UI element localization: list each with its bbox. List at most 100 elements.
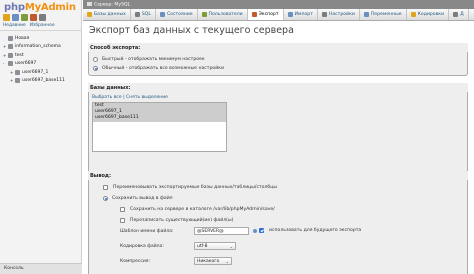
save-to-file-label: Сохранить вывод в файл <box>112 196 173 201</box>
page-title: Экспорт баз данных с текущего сервера <box>89 25 294 36</box>
menu-tab[interactable]: Состояние <box>156 9 198 20</box>
tree-item[interactable]: + user6697_base111 <box>3 77 65 86</box>
favorites-tab[interactable]: Избранное <box>30 23 55 28</box>
tab-label: Кодировки <box>417 12 445 17</box>
select-all-link[interactable]: Выбрать все <box>92 95 122 100</box>
export-method-legend: Способ экспорта: <box>88 43 468 52</box>
database-icon <box>8 44 13 50</box>
database-option[interactable]: user6697_base111 <box>93 115 226 122</box>
help-icon[interactable] <box>21 14 28 21</box>
databases-fieldset: Базы данных: Выбрать все | Снять выделен… <box>88 83 468 183</box>
use-later-checkbox[interactable] <box>259 228 264 233</box>
databases-legend: Базы данных: <box>88 83 468 92</box>
compression-select[interactable]: Никакого ⌄ <box>194 257 232 265</box>
menu-tab[interactable]: Пользователи <box>198 9 248 20</box>
tree-item-label: test <box>15 52 24 58</box>
menu-tab[interactable]: Переменные <box>360 9 407 20</box>
save-on-server-option[interactable]: Сохранить на сервере в каталоге /var/lib… <box>120 207 275 212</box>
overwrite-label: Перезаписать существующий(ие) файл(ы) <box>130 218 234 223</box>
tab-icon <box>410 12 416 17</box>
tab-icon <box>201 12 207 17</box>
console-bar[interactable]: Консоль <box>0 263 82 274</box>
tab-label: Импорт <box>294 12 313 17</box>
output-legend: Вывод: <box>88 171 468 180</box>
menu-tab[interactable]: Д <box>449 9 469 20</box>
selection-links: Выбрать все | Снять выделение <box>92 95 168 100</box>
navigation-tabs: Недавние Избранное <box>3 23 55 28</box>
menu-tab[interactable]: Импорт <box>284 9 318 20</box>
menu-tab[interactable]: Базы данных <box>83 9 131 20</box>
filename-template-input[interactable]: @SERVER@ <box>194 227 249 235</box>
settings-icon[interactable] <box>39 14 46 21</box>
overwrite-checkbox[interactable] <box>120 218 125 223</box>
navigation-panel: phpMyAdmin Недавние Избранное Новая + info… <box>0 0 82 274</box>
compression-label: Компрессия: <box>120 259 151 264</box>
tab-label: SQL <box>141 12 151 17</box>
recent-tab[interactable]: Недавние <box>3 23 26 28</box>
tree-item[interactable]: + information_schema <box>3 43 65 52</box>
database-select-list[interactable]: test user6697_1 user6697_base111 <box>92 102 227 152</box>
tab-icon <box>251 12 257 17</box>
tab-icon <box>453 12 459 17</box>
tab-label: Д <box>460 12 464 17</box>
use-later-label: использовать для будущего экспорта <box>269 228 362 233</box>
rename-option[interactable]: Переименовывать экспортируемые базы данн… <box>103 185 277 190</box>
chevron-down-icon: ⌄ <box>229 243 233 249</box>
tab-icon <box>363 12 369 17</box>
menu-tab[interactable]: Кодировки <box>407 9 450 20</box>
tree-item-label: user6697_base111 <box>22 78 65 84</box>
custom-label: Обычный - отображать все возможные настр… <box>102 66 224 71</box>
charset-value: utf-8 <box>197 244 208 249</box>
phpmyadmin-logo[interactable]: phpMyAdmin <box>4 2 76 13</box>
filename-template-label: Шаблон имени файла: <box>120 229 174 234</box>
tree-item[interactable]: + test <box>3 51 65 60</box>
rename-checkbox[interactable] <box>103 185 108 190</box>
navigation-icon-bar <box>3 14 46 21</box>
menu-tab[interactable]: SQL <box>131 9 156 20</box>
server-icon <box>87 2 92 6</box>
charset-label: Кодировка файла: <box>120 244 164 249</box>
custom-radio[interactable] <box>93 66 98 71</box>
tree-item-label: user6697_1 <box>22 69 49 75</box>
save-to-file-radio[interactable] <box>103 196 108 201</box>
deselect-all-link[interactable]: Снять выделение <box>126 95 168 100</box>
save-on-server-checkbox[interactable] <box>120 207 125 212</box>
quick-radio[interactable] <box>93 57 98 62</box>
tree-item[interactable]: - user6697 <box>3 60 65 69</box>
database-icon <box>8 52 13 58</box>
home-icon[interactable] <box>3 14 10 21</box>
charset-select[interactable]: utf-8 ⌄ <box>194 242 236 250</box>
menu-tab[interactable]: Настройки <box>318 9 360 20</box>
tree-item[interactable]: Новая <box>3 34 65 43</box>
tree-item-label: Новая <box>15 35 30 41</box>
output-fieldset: Вывод: Переименовывать экспортируемые ба… <box>88 171 468 274</box>
tab-icon <box>134 12 140 17</box>
database-icon <box>8 61 13 67</box>
tree-item-label: information_schema <box>15 44 61 50</box>
tab-icon <box>321 12 327 17</box>
breadcrumb: Сервер: MySQL <box>83 0 474 9</box>
database-icon <box>15 78 20 84</box>
rename-label: Переименовывать экспортируемые базы данн… <box>113 185 278 190</box>
logout-icon[interactable] <box>12 14 19 21</box>
use-later-option[interactable]: использовать для будущего экспорта <box>259 228 361 233</box>
custom-export-option[interactable]: Обычный - отображать все возможные настр… <box>93 66 224 71</box>
tree-item[interactable]: + user6697_1 <box>3 68 65 77</box>
save-on-server-label: Сохранить на сервере в каталоге /var/lib… <box>130 207 275 212</box>
tab-label: Настройки <box>328 12 355 17</box>
save-to-file-option[interactable]: Сохранить вывод в файл <box>103 196 173 201</box>
quick-export-option[interactable]: Быстрый - отображать минимум настроек <box>93 57 205 62</box>
menu-tab[interactable]: Экспорт <box>247 9 284 20</box>
docs-icon[interactable] <box>30 14 37 21</box>
breadcrumb-server[interactable]: Сервер: MySQL <box>94 3 130 8</box>
filename-template-value: @SERVER@ <box>197 229 224 234</box>
top-menu-tabs: Базы данных SQL Состояние Пользователи Экспо… <box>83 9 474 21</box>
main-content: Экспорт баз данных с текущего сервера Сп… <box>88 21 472 274</box>
console-label: Консоль <box>4 266 24 271</box>
overwrite-option[interactable]: Перезаписать существующий(ие) файл(ы) <box>120 218 233 223</box>
database-icon <box>8 35 13 41</box>
info-icon[interactable] <box>253 229 257 233</box>
chevron-down-icon: ⌄ <box>225 258 229 264</box>
divider <box>0 30 81 31</box>
export-method-fieldset: Способ экспорта: Быстрый - отображать ми… <box>88 43 468 76</box>
